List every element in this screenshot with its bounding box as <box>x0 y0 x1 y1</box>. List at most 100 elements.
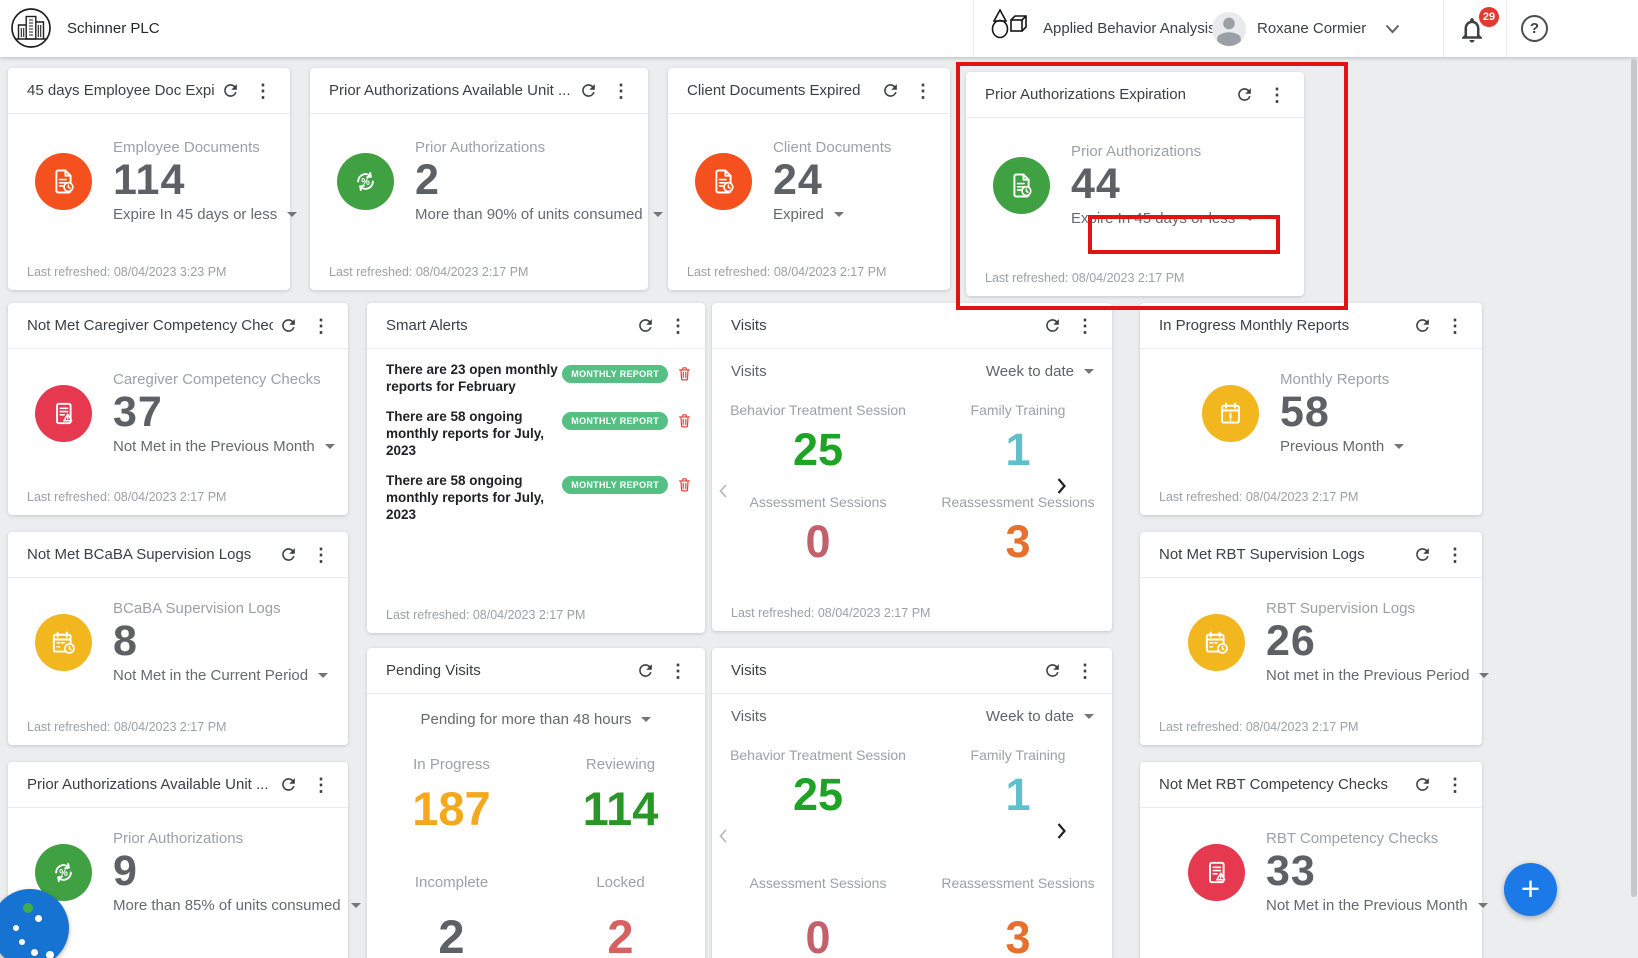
refresh-button[interactable] <box>875 78 906 103</box>
svg-text:%: % <box>361 177 370 188</box>
refresh-button[interactable] <box>1037 313 1068 338</box>
metric-label: Prior Authorizations <box>113 830 244 847</box>
scrollbar-thumb[interactable] <box>1631 59 1637 897</box>
refresh-button[interactable] <box>1407 313 1438 338</box>
kebab-menu-button[interactable]: ⋮ <box>246 79 280 103</box>
last-refreshed: Last refreshed: 08/04/2023 2:17 PM <box>27 490 227 504</box>
period-dropdown[interactable]: Week to date <box>986 363 1094 380</box>
kebab-menu-button[interactable]: ⋮ <box>661 314 695 338</box>
kebab-menu-button[interactable]: ⋮ <box>1438 314 1472 338</box>
alert-item: There are 58 ongoing monthly reports for… <box>386 472 693 523</box>
card-title: Visits <box>731 317 767 334</box>
calendar-warning-icon <box>1202 385 1259 443</box>
carousel-next-button[interactable] <box>1051 473 1072 502</box>
stat-value: 3 <box>1005 912 1031 958</box>
stat-value: 25 <box>792 769 844 820</box>
filter-dropdown[interactable]: Expire In 45 days or less <box>113 206 298 223</box>
filter-dropdown[interactable]: Not Met in the Current Period <box>113 667 329 684</box>
kebab-menu-button[interactable]: ⋮ <box>661 659 695 683</box>
header-divider <box>1506 0 1507 57</box>
kebab-menu-button[interactable]: ⋮ <box>604 79 638 103</box>
calendar-clock-icon <box>35 614 92 672</box>
widget-dot <box>13 925 19 931</box>
header-divider <box>1443 0 1444 57</box>
metric-value: 9 <box>113 847 138 895</box>
card-not-met-bcaba-supervision-logs: Not Met BCaBA Supervision Logs ⋮ BCaBA S… <box>8 532 348 745</box>
visit-stat: Behavior Treatment Session 25 <box>712 725 924 817</box>
top-bar: Schinner PLC Applied Behavior Analysis R… <box>0 0 1638 57</box>
metric-label: Monthly Reports <box>1280 371 1390 388</box>
kebab-menu-button[interactable]: ⋮ <box>1068 314 1102 338</box>
notifications-button[interactable]: 29 <box>1455 7 1499 48</box>
delete-alert-button[interactable] <box>676 364 693 383</box>
refresh-button[interactable] <box>630 658 661 683</box>
card-client-documents-expired: Client Documents Expired ⋮ Client Docume… <box>668 68 950 290</box>
refresh-button[interactable] <box>1229 82 1260 107</box>
pending-stat: Reviewing 114 <box>536 728 705 832</box>
card-title: 45 days Employee Doc Expiration <box>27 82 215 99</box>
filter-dropdown[interactable]: Not Met in the Previous Month <box>1266 897 1488 914</box>
refresh-button[interactable] <box>215 78 246 103</box>
refresh-button[interactable] <box>1407 772 1438 797</box>
metric-value: 26 <box>1266 617 1316 665</box>
refresh-button[interactable] <box>573 78 604 103</box>
refresh-button[interactable] <box>273 313 304 338</box>
kebab-menu-button[interactable]: ⋮ <box>1068 659 1102 683</box>
last-refreshed: Last refreshed: 08/04/2023 2:17 PM <box>687 265 887 279</box>
card-title: Client Documents Expired <box>687 82 861 99</box>
org-selector[interactable]: Applied Behavior Analysis <box>974 0 1244 57</box>
stat-value: 1 <box>1005 424 1031 475</box>
visit-stat: Family Training 1 <box>924 380 1112 472</box>
chevron-down-icon <box>1385 24 1400 33</box>
metric-value: 2 <box>415 156 440 204</box>
pending-stat: Locked 2 <box>536 832 705 958</box>
filter-dropdown[interactable]: More than 90% of units consumed <box>415 206 663 223</box>
kebab-menu-button[interactable]: ⋮ <box>304 773 338 797</box>
filter-dropdown[interactable]: Expire In 45 days or less <box>1071 210 1256 227</box>
last-refreshed: Last refreshed: 08/04/2023 3:23 PM <box>27 265 227 279</box>
refresh-button[interactable] <box>1037 658 1068 683</box>
filter-dropdown[interactable]: Expired <box>773 206 844 223</box>
delete-alert-button[interactable] <box>676 475 693 494</box>
kebab-menu-button[interactable]: ⋮ <box>1438 773 1472 797</box>
delete-alert-button[interactable] <box>676 411 693 430</box>
card-title: Smart Alerts <box>386 317 468 334</box>
last-refreshed: Last refreshed: 08/04/2023 2:17 PM <box>1159 490 1359 504</box>
kebab-menu-button[interactable]: ⋮ <box>1260 83 1294 107</box>
kebab-menu-button[interactable]: ⋮ <box>1438 543 1472 567</box>
caret-down-icon <box>1084 369 1094 374</box>
card-title: Prior Authorizations Available Unit ... <box>27 776 269 793</box>
refresh-button[interactable] <box>273 542 304 567</box>
pending-filter-dropdown[interactable]: Pending for more than 48 hours <box>367 711 705 728</box>
visit-stat: Family Training 1 <box>924 725 1112 817</box>
help-button[interactable]: ? <box>1521 15 1548 42</box>
filter-dropdown[interactable]: Not Met in the Previous Month <box>113 438 335 455</box>
metric-value: 58 <box>1280 388 1330 436</box>
refresh-button[interactable] <box>630 313 661 338</box>
add-button[interactable]: + <box>1504 863 1557 916</box>
filter-dropdown[interactable]: More than 85% of units consumed <box>113 897 361 914</box>
visits-label: Visits <box>731 708 767 725</box>
kebab-menu-button[interactable]: ⋮ <box>304 314 338 338</box>
visit-stat: Assessment Sessions 0 <box>712 817 924 958</box>
pending-stat: In Progress 187 <box>367 728 536 832</box>
carousel-next-button[interactable] <box>1051 818 1072 847</box>
alert-item: There are 23 open monthly reports for Fe… <box>386 361 693 395</box>
widget-dot <box>31 949 38 956</box>
period-dropdown[interactable]: Week to date <box>986 708 1094 725</box>
card-pending-visits: Pending Visits ⋮ Pending for more than 4… <box>367 648 705 958</box>
refresh-button[interactable] <box>1407 542 1438 567</box>
kebab-menu-button[interactable]: ⋮ <box>304 543 338 567</box>
filter-dropdown[interactable]: Previous Month <box>1280 438 1405 455</box>
user-menu[interactable]: Roxane Cormier <box>1212 0 1400 57</box>
kebab-menu-button[interactable]: ⋮ <box>906 79 940 103</box>
card-in-progress-monthly-reports: In Progress Monthly Reports ⋮ Monthly Re… <box>1140 303 1482 515</box>
svg-text:%: % <box>59 868 68 879</box>
filter-dropdown[interactable]: Not met in the Previous Period <box>1266 667 1490 684</box>
card-title: Not Met BCaBA Supervision Logs <box>27 546 252 563</box>
carousel-prev-button[interactable] <box>713 479 733 506</box>
card-title: Prior Authorizations Available Unit ... <box>329 82 571 99</box>
caret-down-icon <box>1394 444 1405 450</box>
refresh-button[interactable] <box>273 772 304 797</box>
carousel-prev-button[interactable] <box>713 824 733 851</box>
